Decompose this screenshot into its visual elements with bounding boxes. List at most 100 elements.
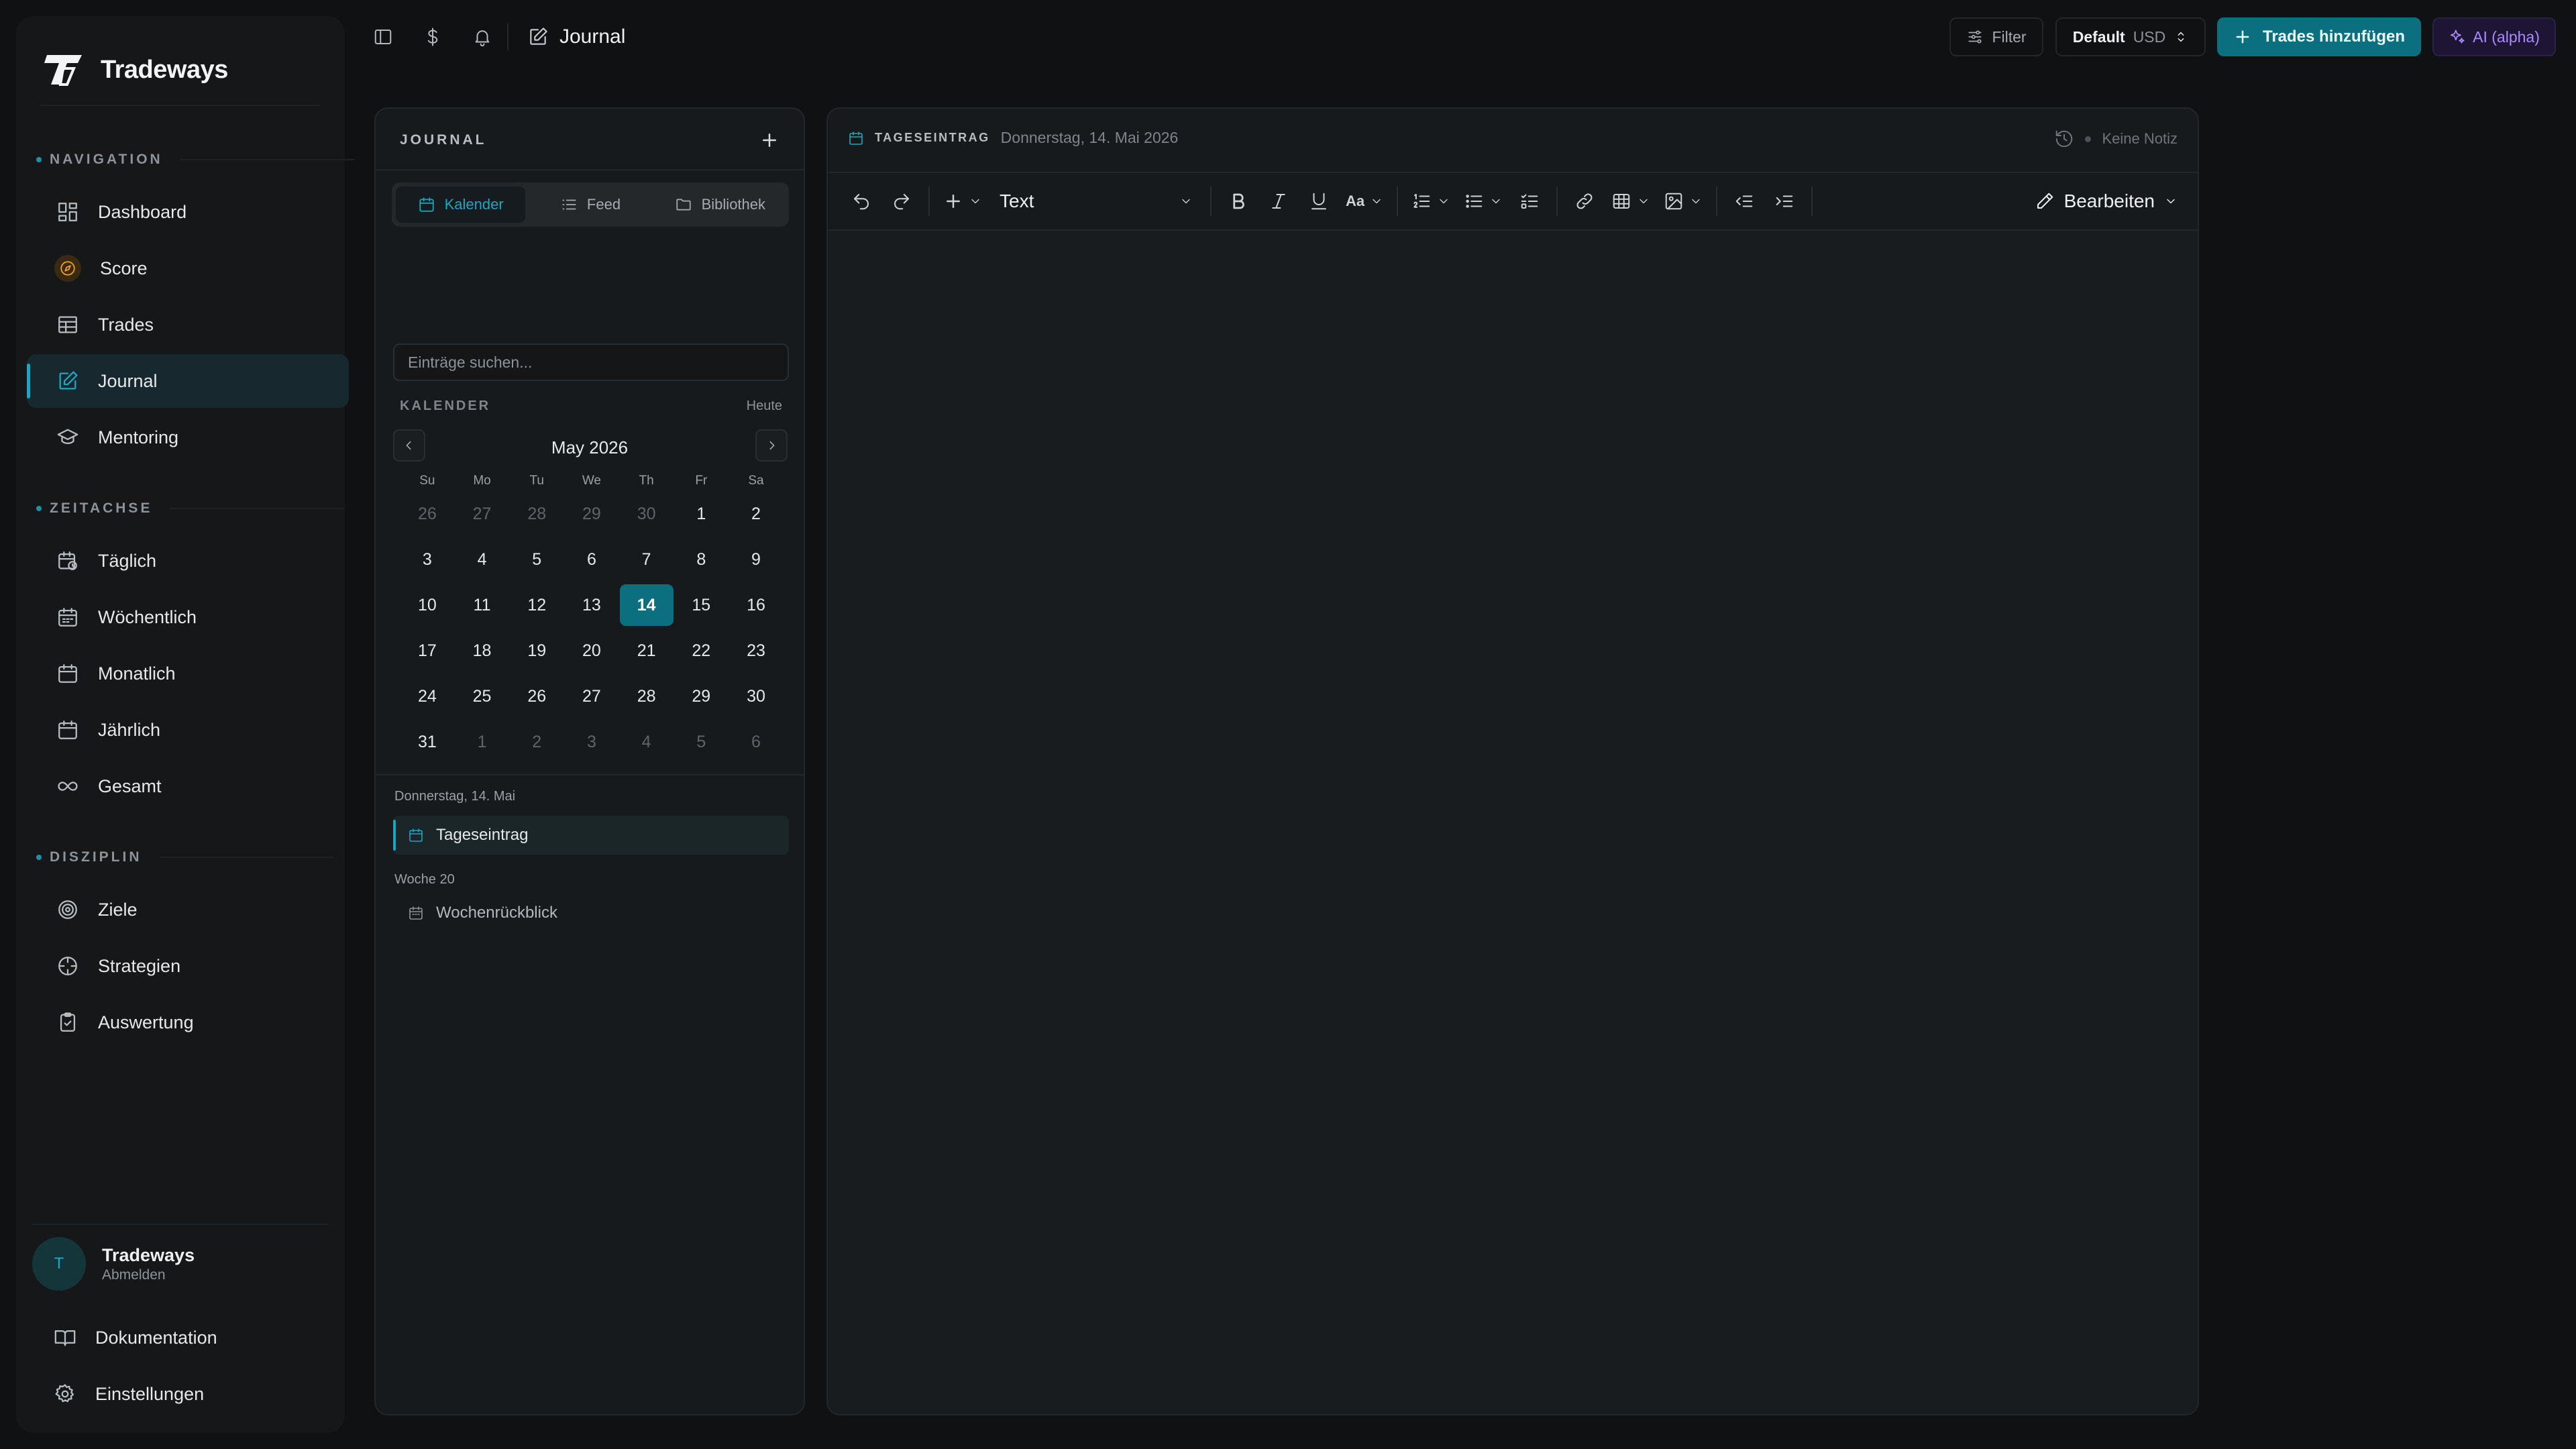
calendar-day[interactable]: 5 (674, 719, 729, 765)
sidebar-item-trades[interactable]: Trades (27, 298, 349, 352)
calendar-day[interactable]: 26 (400, 491, 455, 537)
add-trades-button[interactable]: Trades hinzufügen (2217, 17, 2421, 56)
insert-block-button[interactable] (936, 182, 989, 220)
calendar-day[interactable]: 28 (619, 674, 674, 719)
calendar-day[interactable]: 26 (509, 674, 564, 719)
task-list-button[interactable] (1509, 182, 1550, 220)
calendar-day[interactable]: 6 (564, 537, 619, 582)
sidebar-item-dashboard[interactable]: Dashboard (27, 185, 349, 239)
calendar-day[interactable]: 7 (619, 537, 674, 582)
sidebar-item-journal[interactable]: Journal (27, 354, 349, 408)
weekday-label: Sa (748, 474, 764, 488)
calendar-day[interactable]: 17 (400, 628, 455, 674)
filter-button[interactable]: Filter (1949, 17, 2043, 56)
calendar-day[interactable]: 1 (674, 491, 729, 537)
calendar-day[interactable]: 11 (455, 582, 510, 628)
next-month-button[interactable] (755, 429, 788, 462)
add-trades-label: Trades hinzufügen (2262, 28, 2405, 46)
currency-toggle-button[interactable] (408, 15, 458, 59)
bullet-list-button[interactable] (1457, 182, 1509, 220)
sidebar-item-auswertung[interactable]: Auswertung (27, 996, 349, 1049)
sidebar-item-jaehrlich[interactable]: Jährlich (27, 703, 349, 757)
new-entry-button[interactable] (759, 130, 780, 150)
image-button[interactable] (1657, 182, 1709, 220)
calendar-day[interactable]: 1 (455, 719, 510, 765)
calendar-day[interactable]: 21 (619, 628, 674, 674)
logout-link[interactable]: Abmelden (102, 1267, 195, 1283)
sidebar-item-woechentlich[interactable]: Wöchentlich (27, 590, 349, 644)
calendar-day[interactable]: 12 (509, 582, 564, 628)
redo-button[interactable] (881, 182, 922, 220)
sidebar-item-monatlich[interactable]: Monatlich (27, 647, 349, 700)
undo-button[interactable] (841, 182, 881, 220)
sidebar-item-strategien[interactable]: Strategien (27, 939, 349, 993)
calendar-day[interactable]: 6 (729, 719, 784, 765)
underline-button[interactable] (1299, 182, 1339, 220)
ai-button[interactable]: AI (alpha) (2432, 17, 2556, 56)
sidebar-item-score[interactable]: Score (27, 241, 349, 295)
calendar-day-selected[interactable]: 14 (619, 582, 674, 628)
calendar-day[interactable]: 22 (674, 628, 729, 674)
calendar-day[interactable]: 31 (400, 719, 455, 765)
calendar-day[interactable]: 8 (674, 537, 729, 582)
sidebar-item-taeglich[interactable]: Täglich (27, 534, 349, 588)
calendar-day[interactable]: 29 (674, 674, 729, 719)
calendar-day[interactable]: 15 (674, 582, 729, 628)
calendar-day[interactable]: 29 (564, 491, 619, 537)
block-type-select[interactable]: Text (989, 182, 1203, 220)
tab-kalender[interactable]: Kalender (396, 186, 526, 223)
account-select[interactable]: Default USD (2055, 17, 2206, 56)
sidebar-item-mentoring[interactable]: Mentoring (27, 411, 349, 464)
table-button[interactable] (1605, 182, 1657, 220)
ordered-list-button[interactable] (1405, 182, 1457, 220)
calendar-day[interactable]: 27 (564, 674, 619, 719)
sidebar-item-einstellungen[interactable]: Einstellungen (27, 1367, 349, 1421)
history-icon[interactable] (2054, 129, 2074, 149)
bold-button[interactable] (1218, 182, 1258, 220)
today-button[interactable]: Heute (747, 398, 782, 414)
search-input[interactable] (393, 343, 789, 381)
edit-mode-select[interactable]: Bearbeiten (2035, 191, 2184, 212)
calendar-day[interactable]: 24 (400, 674, 455, 719)
calendar-day[interactable]: 2 (509, 719, 564, 765)
calendar-day[interactable]: 4 (619, 719, 674, 765)
calendar-day[interactable]: 25 (455, 674, 510, 719)
outdent-button[interactable] (1724, 182, 1764, 220)
toggle-sidebar-button[interactable] (358, 15, 408, 59)
calendar-day[interactable]: 30 (619, 491, 674, 537)
entry-tageseintrag[interactable]: Tageseintrag (393, 816, 789, 855)
sidebar-item-ziele[interactable]: Ziele (27, 883, 349, 936)
calendar-day[interactable]: 4 (455, 537, 510, 582)
italic-button[interactable] (1258, 182, 1299, 220)
tab-feed[interactable]: Feed (525, 186, 655, 223)
calendar-day-number: 22 (692, 641, 711, 660)
calendar-day[interactable]: 20 (564, 628, 619, 674)
calendar-day[interactable]: 3 (564, 719, 619, 765)
calendar-day[interactable]: 2 (729, 491, 784, 537)
calendar-day-number: 30 (747, 686, 765, 706)
notifications-button[interactable] (458, 15, 507, 59)
calendar-day[interactable]: 28 (509, 491, 564, 537)
link-button[interactable] (1564, 182, 1605, 220)
calendar-day[interactable]: 30 (729, 674, 784, 719)
entry-wochenrueckblick[interactable]: Wochenrückblick (393, 894, 789, 932)
sidebar-item-dokumentation[interactable]: Dokumentation (27, 1311, 349, 1364)
calendar-day[interactable]: 19 (509, 628, 564, 674)
sidebar-item-gesamt[interactable]: Gesamt (27, 759, 349, 813)
calendar-day[interactable]: 10 (400, 582, 455, 628)
tab-bibliothek[interactable]: Bibliothek (655, 186, 785, 223)
user-card[interactable]: T Tradeways Abmelden (32, 1237, 195, 1291)
calendar-day[interactable]: 5 (509, 537, 564, 582)
indent-button[interactable] (1764, 182, 1805, 220)
editor-content[interactable] (828, 231, 2198, 1414)
calendar-day[interactable]: 9 (729, 537, 784, 582)
calendar-day[interactable]: 18 (455, 628, 510, 674)
brand[interactable]: Tradeways (40, 36, 228, 103)
calendar-grid: Su Mo Tu We Th Fr Sa 26 27 28 29 30 1 2 3 4 5 6 7 8 9 10 11 12… (400, 471, 784, 765)
calendar-day[interactable]: 13 (564, 582, 619, 628)
calendar-day[interactable]: 3 (400, 537, 455, 582)
calendar-day[interactable]: 23 (729, 628, 784, 674)
calendar-day[interactable]: 27 (455, 491, 510, 537)
font-size-button[interactable]: Aa (1339, 182, 1390, 220)
calendar-day[interactable]: 16 (729, 582, 784, 628)
